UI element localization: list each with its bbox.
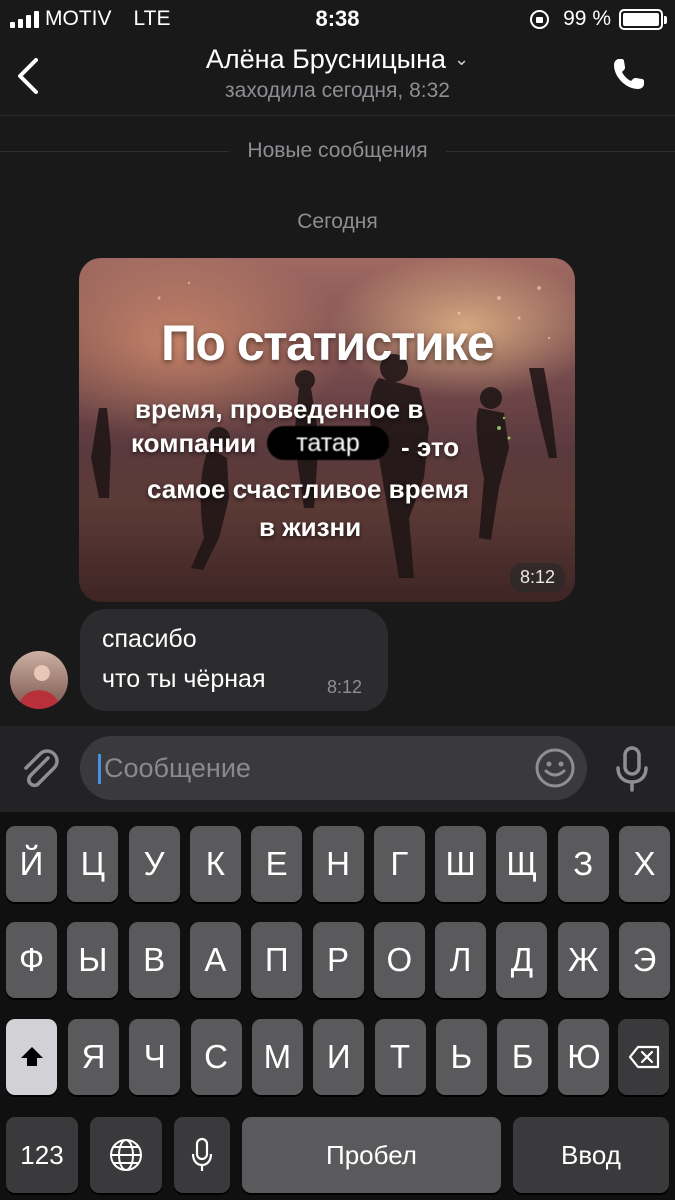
backspace-icon — [628, 1045, 659, 1069]
key-3-row3[interactable]: С — [190, 1019, 242, 1095]
key-8-row1[interactable]: Ш — [435, 826, 487, 902]
photo-message-time: 8:12 — [509, 563, 565, 592]
photo-text-line-2-start: компании — [131, 428, 257, 458]
key-4-row2[interactable]: А — [189, 922, 241, 998]
key-9-row1[interactable]: Щ — [496, 826, 548, 902]
dictation-key[interactable] — [174, 1117, 230, 1193]
chat-header: Алёна Брусницына ⌄ заходила сегодня, 8:32 — [0, 36, 675, 116]
return-key[interactable]: Ввод — [513, 1117, 669, 1193]
photo-headline: По статистике — [160, 315, 495, 371]
key-9-row2[interactable]: Д — [496, 922, 548, 998]
backspace-key[interactable] — [618, 1019, 669, 1095]
message-time: 8:12 — [327, 677, 363, 697]
key-8-row3[interactable]: Б — [497, 1019, 549, 1095]
avatar[interactable] — [10, 651, 68, 709]
date-separator: Сегодня — [297, 210, 378, 233]
message-text-line-2: что ты чёрная — [102, 665, 266, 693]
microphone-icon[interactable] — [610, 744, 654, 794]
redacted-word: татар — [267, 426, 389, 460]
key-3-row1[interactable]: У — [128, 826, 180, 902]
key-11-row2[interactable]: Э — [619, 922, 670, 998]
key-2-row1[interactable]: Ц — [67, 826, 119, 902]
key-10-row2[interactable]: Ж — [557, 922, 609, 998]
key-5-row2[interactable]: П — [251, 922, 303, 998]
key-4-row3[interactable]: М — [251, 1019, 303, 1095]
key-5-row3[interactable]: И — [313, 1019, 365, 1095]
photo-text-line-2-end: - это — [401, 432, 460, 462]
key-7-row3[interactable]: Ь — [435, 1019, 487, 1095]
photo-text-line-3: самое счастливое время — [147, 474, 469, 504]
key-1-row3[interactable]: Я — [68, 1019, 119, 1095]
incoming-message-bubble[interactable]: спасибо что ты чёрная 8:12 — [80, 609, 388, 711]
new-messages-label: Новые сообщения — [247, 139, 428, 162]
paperclip-icon[interactable] — [18, 746, 62, 792]
key-2-row3[interactable]: Ч — [129, 1019, 181, 1095]
key-7-row2[interactable]: О — [373, 922, 425, 998]
message-composer: Сообщение — [0, 726, 675, 812]
photo-text-line-1: время, проведенное в — [135, 394, 424, 424]
globe-icon — [110, 1139, 142, 1171]
new-messages-divider: Новые сообщения — [0, 136, 675, 166]
key-10-row1[interactable]: З — [557, 826, 609, 902]
message-input[interactable]: Сообщение — [80, 736, 587, 800]
photo-text-line-4: в жизни — [259, 512, 362, 542]
key-2-row2[interactable]: Ы — [67, 922, 119, 998]
shift-key[interactable] — [6, 1019, 57, 1095]
smiley-icon[interactable] — [533, 746, 577, 790]
battery-percent: 99 % — [563, 7, 611, 30]
key-1-row1[interactable]: Й — [6, 826, 57, 902]
key-11-row1[interactable]: Х — [619, 826, 670, 902]
shift-arrow-icon — [20, 1047, 43, 1066]
contact-title[interactable]: Алёна Брусницына ⌄ заходила сегодня, 8:32 — [0, 44, 675, 103]
key-1-row2[interactable]: Ф — [6, 922, 57, 998]
redacted-word-text: татар — [296, 429, 360, 457]
numbers-key[interactable]: 123 — [6, 1117, 78, 1193]
key-4-row1[interactable]: К — [189, 826, 241, 902]
keyboard: 123 Пробел Ввод ЙЦУКЕНГШЩЗХ ФЫВАПРОЛДЖЭ ЯЧ… — [0, 812, 675, 1200]
last-seen-status: заходила сегодня, 8:32 — [225, 79, 450, 102]
key-3-row2[interactable]: В — [128, 922, 180, 998]
key-6-row2[interactable]: Р — [312, 922, 364, 998]
photo-message[interactable]: По статистике время, проведенное в компа… — [79, 258, 575, 602]
message-input-placeholder: Сообщение — [104, 753, 251, 783]
key-6-row3[interactable]: Т — [374, 1019, 426, 1095]
key-5-row1[interactable]: Е — [251, 826, 303, 902]
text-caret — [98, 754, 101, 784]
key-9-row3[interactable]: Ю — [558, 1019, 610, 1095]
globe-key[interactable] — [90, 1117, 162, 1193]
key-8-row2[interactable]: Л — [435, 922, 487, 998]
key-6-row1[interactable]: Н — [312, 826, 364, 902]
key-7-row1[interactable]: Г — [373, 826, 425, 902]
space-key[interactable]: Пробел — [242, 1117, 501, 1193]
phone-call-icon[interactable] — [611, 56, 647, 92]
contact-name: Алёна Брусницына — [205, 44, 447, 74]
microphone-icon — [191, 1137, 213, 1171]
status-bar: MOTIV LTE 8:38 99 % — [0, 0, 675, 36]
battery-icon — [619, 8, 667, 30]
chevron-down-icon: ⌄ — [454, 49, 470, 69]
rotation-lock-icon — [530, 9, 550, 29]
message-text-line-1: спасибо — [102, 625, 197, 653]
